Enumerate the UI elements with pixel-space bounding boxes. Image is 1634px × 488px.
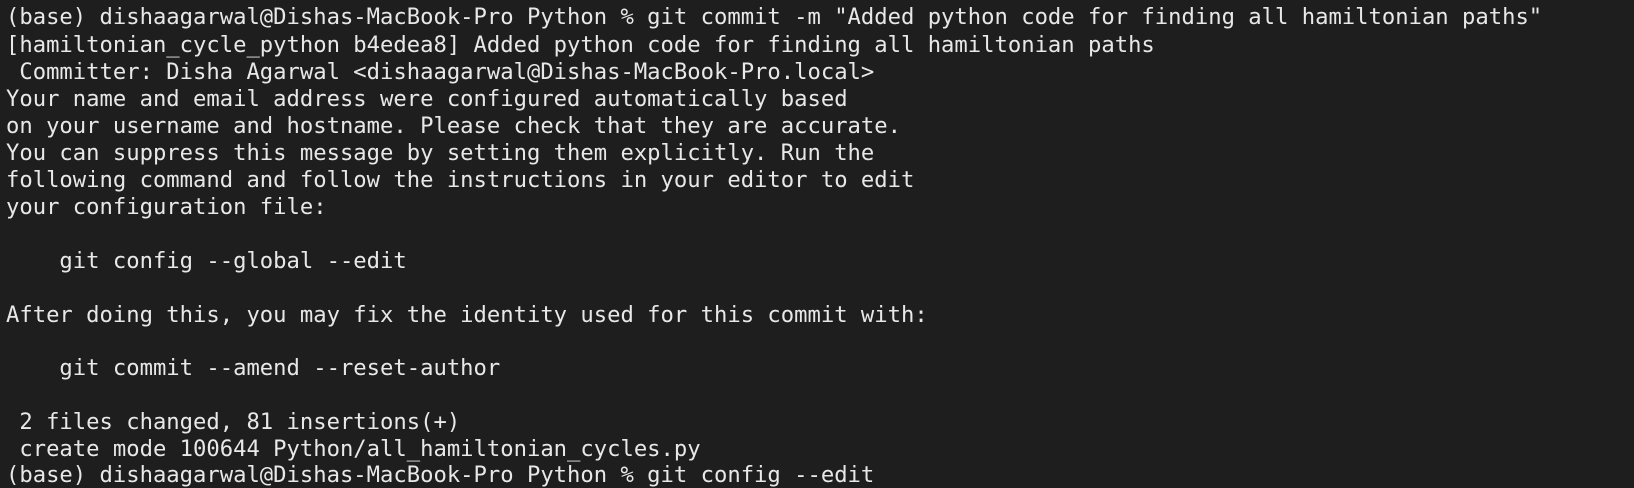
output-line: After doing this, you may fix the identi… — [6, 302, 928, 328]
output-line: your configuration file: — [6, 194, 327, 220]
git-amend-hint: git commit --amend --reset-author — [6, 355, 501, 381]
git-config-hint: git config --global --edit — [6, 248, 407, 274]
files-changed-line: 2 files changed, 81 insertions(+) — [6, 409, 461, 435]
output-line: on your username and hostname. Please ch… — [6, 113, 901, 139]
prompt-commit-command: (base) dishaagarwal@Dishas-MacBook-Pro P… — [6, 4, 1543, 30]
output-line: following command and follow the instruc… — [6, 167, 915, 193]
commit-summary-line: [hamiltonian_cycle_python b4edea8] Added… — [6, 32, 1155, 58]
terminal-window[interactable]: (base) dishaagarwal@Dishas-MacBook-Pro P… — [0, 0, 1634, 488]
committer-line: Committer: Disha Agarwal <dishaagarwal@D… — [6, 59, 875, 85]
prompt-next-command: (base) dishaagarwal@Dishas-MacBook-Pro P… — [6, 462, 875, 488]
output-line: Your name and email address were configu… — [6, 86, 848, 112]
output-line: You can suppress this message by setting… — [6, 140, 875, 166]
create-mode-line: create mode 100644 Python/all_hamiltonia… — [6, 436, 701, 462]
